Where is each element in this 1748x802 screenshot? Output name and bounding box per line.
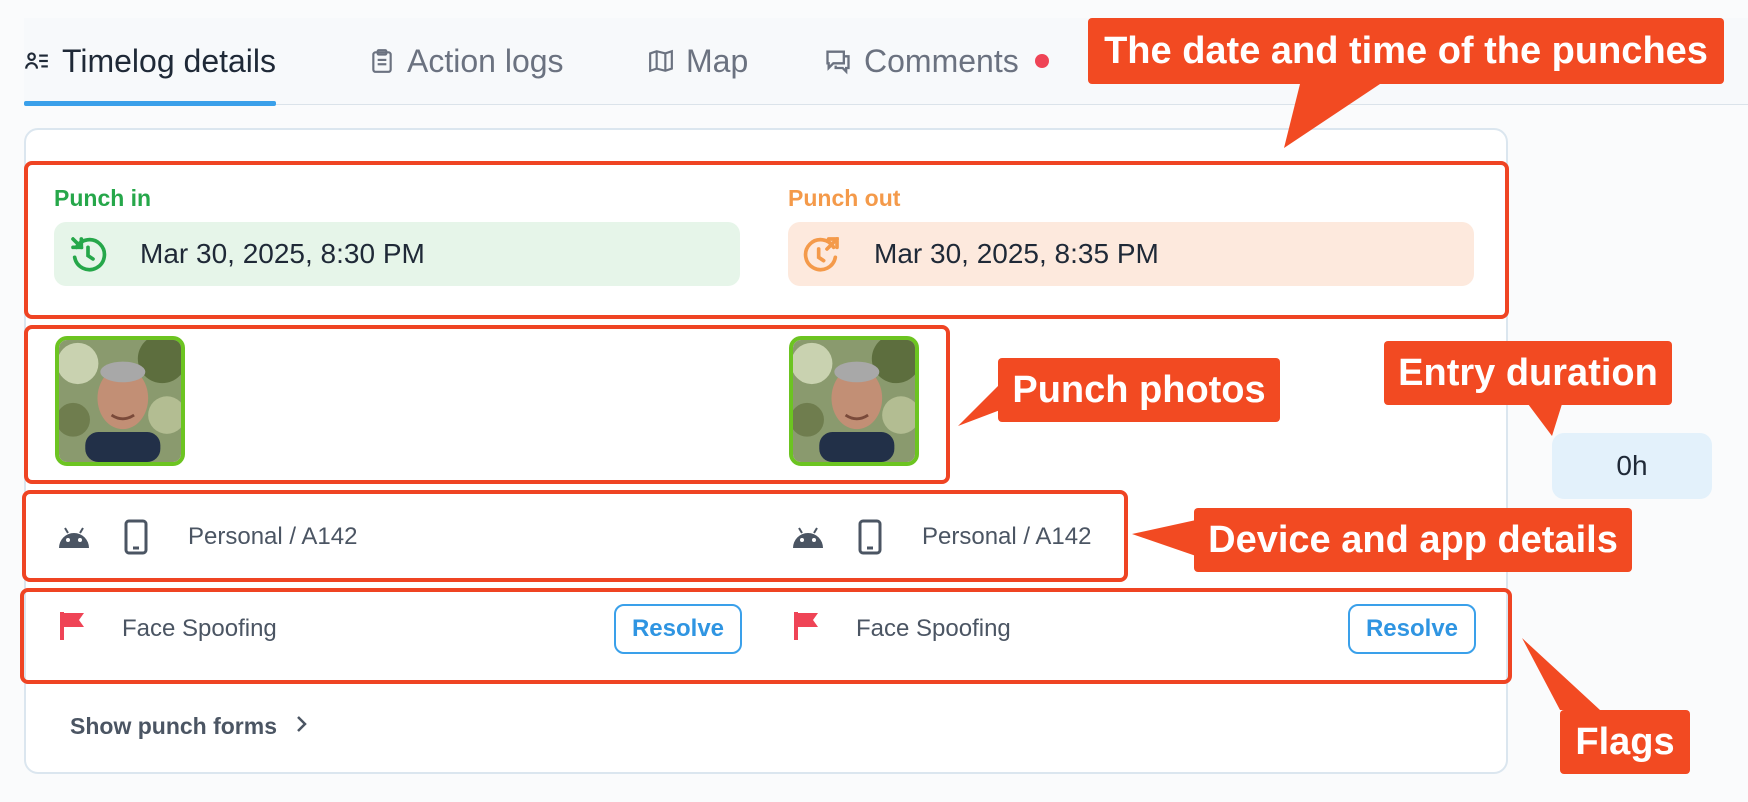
comment-icon (824, 47, 852, 75)
tab-label: Action logs (407, 42, 564, 79)
duration-callout: Entry duration (1384, 341, 1672, 405)
device-callout: Device and app details (1194, 508, 1632, 572)
entry-duration-value: 0h (1616, 450, 1648, 481)
tab-comments[interactable]: Comments (824, 18, 1049, 104)
flags-highlight-frame (20, 588, 1512, 684)
timelog-page: Timelog details Action logs Map Comments… (0, 0, 1748, 802)
device-highlight-frame (22, 490, 1128, 582)
clipboard-icon (369, 48, 395, 74)
show-punch-forms-link[interactable]: Show punch forms (70, 706, 309, 746)
photos-highlight-frame (24, 325, 950, 484)
chevron-right-icon (295, 713, 309, 740)
photos-callout: Punch photos (998, 358, 1280, 422)
map-icon (648, 48, 674, 74)
show-punch-forms-label: Show punch forms (70, 712, 277, 739)
tab-action-logs[interactable]: Action logs (369, 18, 564, 104)
datetime-callout: The date and time of the punches (1088, 18, 1724, 84)
tab-map[interactable]: Map (648, 18, 748, 104)
entry-duration: 0h (1552, 433, 1712, 499)
tab-label: Map (686, 42, 749, 79)
tab-label: Comments (864, 42, 1019, 79)
tab-timelog-details[interactable]: Timelog details (24, 18, 277, 106)
user-list-icon (24, 48, 50, 74)
unread-dot (1034, 54, 1049, 68)
flags-callout: Flags (1560, 710, 1690, 774)
datetime-highlight-frame (24, 161, 1509, 319)
tab-label: Timelog details (62, 42, 277, 79)
